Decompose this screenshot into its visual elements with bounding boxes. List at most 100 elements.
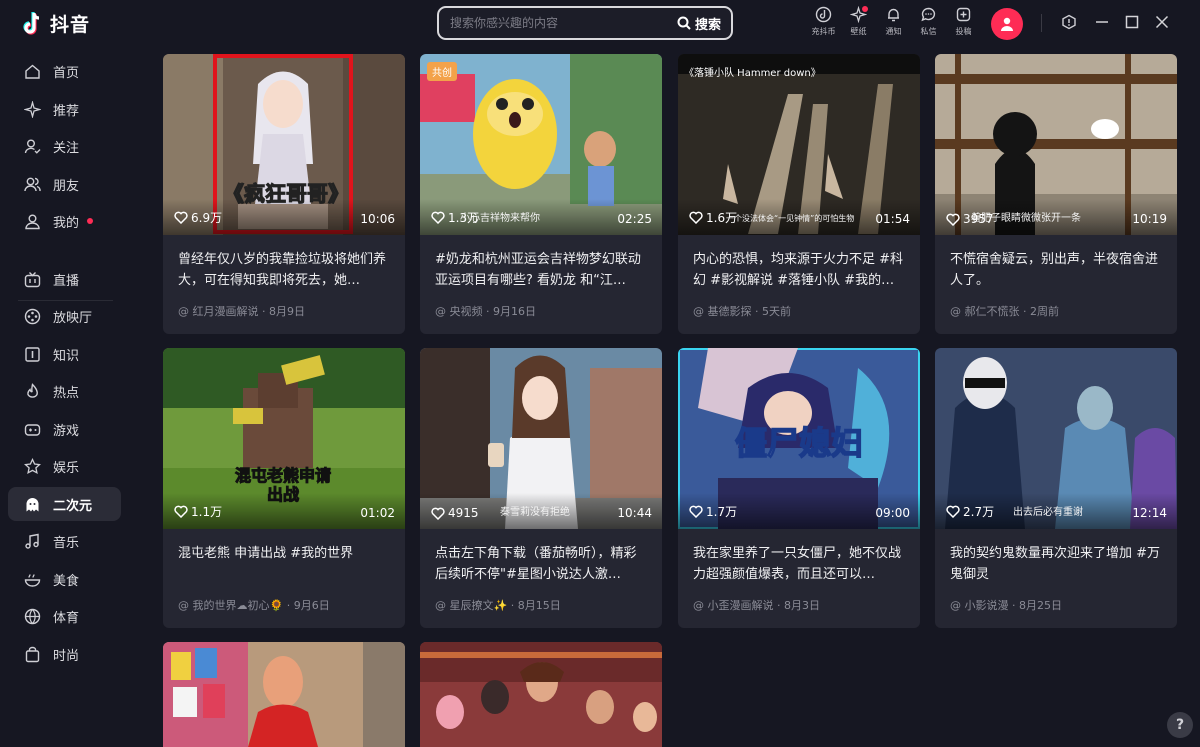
heart-icon [946, 213, 960, 226]
tool-recharge[interactable]: 充抖币 [806, 6, 841, 37]
like-count: 1.7万 [689, 503, 737, 520]
video-author[interactable]: @ 我的世界☁初心🌻 [178, 599, 283, 612]
settings-hexagon-button[interactable] [1060, 13, 1078, 31]
video-card[interactable]: 共创 小心吉祥物来帮你 1.3万 02:25 #奶龙和杭州亚运会吉祥物梦幻联动 … [420, 54, 662, 334]
ball-icon [24, 608, 41, 625]
sidebar-item-mine[interactable]: 我的 [8, 204, 121, 238]
video-title[interactable]: 内心的恐惧，均来源于火力不足 #科幻 #影视解说 #落锤小队 #我的… [693, 249, 907, 291]
bag-icon [24, 646, 41, 663]
sidebar-item-knowledge[interactable]: 知识 [8, 337, 121, 371]
video-author[interactable]: @ 郝仁不慌张 [950, 305, 1020, 318]
video-title[interactable]: 曾经年仅八岁的我靠捡垃圾将她们养大，可在得知我即将死去，她… [178, 249, 392, 291]
video-thumbnail[interactable]: 僵尸媳妇 1.7万 09:00 [678, 348, 920, 529]
tool-label: 壁纸 [851, 26, 867, 37]
video-duration: 01:54 [875, 212, 910, 226]
like-count-value: 4915 [448, 506, 479, 520]
video-author[interactable]: @ 小歪漫画解说 [693, 599, 774, 612]
video-author[interactable]: @ 基德影探 [693, 305, 752, 318]
meta-separator: · [755, 305, 762, 318]
star-icon [24, 458, 41, 475]
like-count: 1.6万 [689, 209, 737, 226]
tool-label: 投稿 [956, 26, 972, 37]
video-thumbnail[interactable]: 共创 小心吉祥物来帮你 1.3万 02:25 [420, 54, 662, 235]
video-date: 8月15日 [518, 599, 561, 612]
video-card[interactable] [420, 642, 662, 747]
video-card[interactable]: 着肥子眼睛微微张开一条 3957 10:19 不慌宿舍疑云，别出声，半夜宿舍进人… [935, 54, 1177, 334]
like-count-value: 1.6万 [706, 209, 737, 226]
book-icon [24, 346, 41, 363]
video-title[interactable]: 不慌宿舍疑云，别出声，半夜宿舍进人了。 [950, 249, 1164, 291]
user-icon [24, 213, 41, 230]
video-thumbnail[interactable]: 着肥子眼睛微微张开一条 3957 10:19 [935, 54, 1177, 235]
app-name: 抖音 [50, 10, 90, 37]
video-card[interactable]: 僵尸媳妇 1.7万 09:00 我在家里养了一只女僵尸，她不仅战力超强颜值爆表，… [678, 348, 920, 628]
tool-upload[interactable]: 投稿 [946, 6, 981, 37]
search-button[interactable]: 搜索 [671, 14, 731, 33]
minimize-button[interactable] [1093, 13, 1111, 31]
tool-notifications[interactable]: 通知 [876, 6, 911, 37]
help-button[interactable]: ? [1167, 712, 1193, 738]
hexagon-info-icon [1061, 14, 1077, 30]
sidebar-item-follow[interactable]: 关注 [8, 129, 121, 163]
toolbar: 充抖币 壁纸 通知 私信 投稿 [806, 6, 981, 37]
video-card[interactable]: 《落锤小队 Hammer down》 一个没法体会“一见钟情”的可怕生物 1.6… [678, 54, 920, 334]
sidebar-item-live[interactable]: 直播 [8, 262, 121, 296]
video-title[interactable]: 点击左下角下载（番茄畅听），精彩后续听不停"#星图小说达人激… [435, 543, 649, 585]
video-date: 9月6日 [294, 599, 330, 612]
search-input[interactable] [439, 16, 671, 30]
video-thumbnail[interactable]: 秦雪莉没有拒绝 4915 10:44 [420, 348, 662, 529]
video-card[interactable]: 《疯狂哥哥》 6.9万 10:06 曾经年仅八岁的我靠捡垃圾将她们养大，可在得知… [163, 54, 405, 334]
video-thumbnail[interactable]: 混屯老熊申请出战 1.1万 01:02 [163, 348, 405, 529]
friends-icon [24, 176, 41, 193]
like-count: 4915 [431, 506, 479, 520]
video-title[interactable]: #奶龙和杭州亚运会吉祥物梦幻联动 亚运项目有哪些? 看奶龙 和“江… [435, 249, 649, 291]
video-title[interactable]: 混屯老熊 申请出战 #我的世界 [178, 543, 392, 585]
video-title[interactable]: 我在家里养了一只女僵尸，她不仅战力超强颜值爆表，而且还可以… [693, 543, 907, 585]
video-thumbnail[interactable]: 《落锤小队 Hammer down》 一个没法体会“一见钟情”的可怕生物 1.6… [678, 54, 920, 235]
minimize-icon [1095, 15, 1109, 29]
like-count: 2.7万 [946, 503, 994, 520]
sidebar-item-recommend[interactable]: 推荐 [8, 92, 121, 126]
user-avatar[interactable] [991, 8, 1023, 40]
video-meta: @ 星辰撩文✨ · 8月15日 [435, 597, 561, 613]
sidebar-item-games[interactable]: 游戏 [8, 412, 121, 446]
sidebar-item-sports[interactable]: 体育 [8, 599, 121, 633]
like-count: 3957 [946, 212, 994, 226]
video-card[interactable]: 秦雪莉没有拒绝 4915 10:44 点击左下角下载（番茄畅听），精彩后续听不停… [420, 348, 662, 628]
sidebar-item-music[interactable]: 音乐 [8, 524, 121, 558]
video-card[interactable]: 混屯老熊申请出战 1.1万 01:02 混屯老熊 申请出战 #我的世界 @ 我的… [163, 348, 405, 628]
video-author[interactable]: @ 星辰撩文✨ [435, 599, 507, 612]
video-author[interactable]: @ 小影说漫 [950, 599, 1009, 612]
search-box: 搜索 [437, 6, 733, 40]
thumbnail-image [163, 642, 405, 747]
tool-messages[interactable]: 私信 [911, 6, 946, 37]
video-title[interactable]: 我的契约鬼数量再次迎来了增加 #万鬼御灵 [950, 543, 1164, 585]
sidebar-item-entertainment[interactable]: 娱乐 [8, 449, 121, 483]
sidebar-item-label: 关注 [53, 137, 79, 156]
sidebar-item-label: 游戏 [53, 420, 79, 439]
sidebar-item-label: 我的 [53, 212, 79, 231]
video-card[interactable] [163, 642, 405, 747]
heart-icon [174, 505, 188, 518]
video-author[interactable]: @ 红月漫画解说 [178, 305, 259, 318]
video-thumbnail[interactable]: 《疯狂哥哥》 6.9万 10:06 [163, 54, 405, 235]
sidebar-item-anime[interactable]: 二次元 [8, 487, 121, 521]
sidebar-item-friends[interactable]: 朋友 [8, 167, 121, 201]
video-thumbnail[interactable]: 出去后必有重谢 2.7万 12:14 [935, 348, 1177, 529]
sidebar-item-fashion[interactable]: 时尚 [8, 637, 121, 671]
sidebar-item-label: 热点 [53, 382, 79, 401]
sidebar-item-food[interactable]: 美食 [8, 562, 121, 596]
sidebar-item-home[interactable]: 首页 [8, 54, 121, 88]
video-author[interactable]: @ 央视频 [435, 305, 483, 318]
close-button[interactable] [1153, 13, 1171, 31]
tool-wallpaper[interactable]: 壁纸 [841, 6, 876, 37]
app-logo[interactable]: 抖音 [22, 10, 90, 37]
maximize-icon [1125, 15, 1139, 29]
video-duration: 02:25 [617, 212, 652, 226]
sidebar-item-hot[interactable]: 热点 [8, 374, 121, 408]
like-count: 6.9万 [174, 209, 222, 226]
sidebar-item-cinema[interactable]: 放映厅 [8, 299, 121, 333]
video-card[interactable]: 出去后必有重谢 2.7万 12:14 我的契约鬼数量再次迎来了增加 #万鬼御灵 … [935, 348, 1177, 628]
maximize-button[interactable] [1123, 13, 1141, 31]
video-date: 2周前 [1030, 305, 1059, 318]
